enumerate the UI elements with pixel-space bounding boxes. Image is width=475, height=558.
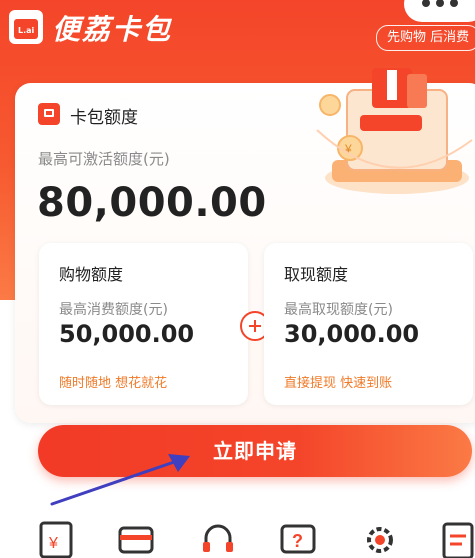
cash-quota-slogan: 直接提现 快速到账: [284, 376, 393, 391]
shopping-quota-title: 购物额度: [59, 265, 124, 284]
shopping-quota-slogan: 随时随地 想花就花: [59, 376, 168, 391]
mini-program-menu[interactable]: [404, 0, 475, 22]
svg-text:¥: ¥: [48, 535, 58, 552]
menu-dot-icon: [450, 0, 458, 7]
cash-quota-label: 最高取现额度(元): [284, 302, 393, 318]
max-quota-label: 最高可激活额度(元): [38, 150, 170, 168]
wallet-illustration-icon: ¥: [316, 68, 473, 194]
question-chat-icon[interactable]: ?: [280, 520, 316, 558]
logo-text: L.ai: [18, 26, 35, 35]
svg-text:?: ?: [292, 531, 303, 551]
max-quota-amount: 80,000.00: [37, 180, 267, 226]
cash-quota-card: 取现额度 最高取现额度(元) 30,000.00 直接提现 快速到账: [264, 243, 473, 405]
menu-dot-icon: [422, 0, 430, 7]
cash-quota-title: 取现额度: [284, 265, 349, 284]
receipt-yuan-icon[interactable]: ¥: [38, 520, 74, 558]
gear-icon[interactable]: [362, 520, 398, 558]
shopping-quota-label: 最高消费额度(元): [59, 302, 168, 318]
cash-quota-amount: 30,000.00: [284, 320, 420, 348]
shopping-quota-card: 购物额度 最高消费额度(元) 50,000.00 随时随地 想花就花: [39, 243, 248, 405]
slogan-badge: 先购物 后消费: [376, 25, 475, 51]
card-icon[interactable]: [118, 520, 154, 558]
app-title: 便荔卡包: [52, 13, 173, 46]
shopping-quota-amount: 50,000.00: [59, 320, 195, 348]
headset-icon[interactable]: [200, 520, 236, 558]
pointer-arrow-icon: [50, 454, 190, 506]
wallet-logo-icon: L.ai: [9, 10, 43, 44]
card-package-icon: [38, 103, 60, 125]
menu-dot-icon: [436, 0, 444, 7]
card-title: 卡包额度: [70, 108, 138, 128]
document-icon[interactable]: [440, 520, 475, 558]
